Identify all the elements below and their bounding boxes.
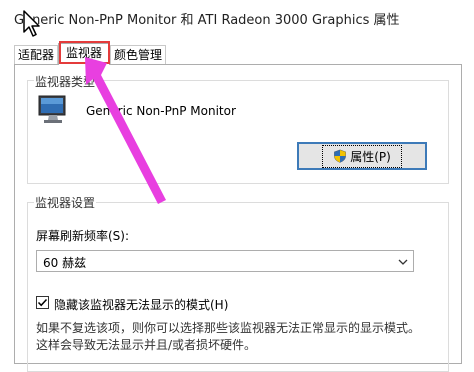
hide-modes-label[interactable]: 隐藏该监视器无法显示的模式(H) xyxy=(54,296,228,313)
monitor-type-group-title: 监视器类型 xyxy=(34,73,97,90)
hide-modes-checkbox[interactable] xyxy=(36,296,49,309)
properties-button[interactable]: 属性(P) xyxy=(297,142,427,170)
monitor-name: Generic Non-PnP Monitor xyxy=(86,104,236,118)
chevron-down-icon xyxy=(398,259,408,265)
tab-adapter[interactable]: 适配器 xyxy=(14,45,58,64)
description-line-1: 如果不复选该项，则你可以选择那些该监视器无法正常显示的显示模式。 xyxy=(36,321,421,335)
monitor-icon xyxy=(38,95,66,123)
annotation-highlight-box xyxy=(59,41,110,64)
refresh-rate-select[interactable]: 60 赫兹 xyxy=(36,250,414,272)
tab-color-management[interactable]: 颜色管理 xyxy=(110,45,166,64)
checkmark-icon xyxy=(37,298,48,307)
refresh-rate-label: 屏幕刷新频率(S): xyxy=(36,229,130,243)
properties-button-label: 属性(P) xyxy=(350,149,391,164)
mouse-cursor-icon xyxy=(23,10,40,37)
window-title: Generic Non-PnP Monitor 和 ATI Radeon 300… xyxy=(14,13,400,28)
refresh-rate-value: 60 赫兹 xyxy=(43,256,87,270)
monitor-settings-group-title: 监视器设置 xyxy=(34,194,97,211)
title-bar: Generic Non-PnP Monitor 和 ATI Radeon 300… xyxy=(0,0,474,37)
description-line-2: 这样会导致无法显示并且/或者损坏硬件。 xyxy=(36,338,257,352)
shield-icon xyxy=(334,149,347,163)
